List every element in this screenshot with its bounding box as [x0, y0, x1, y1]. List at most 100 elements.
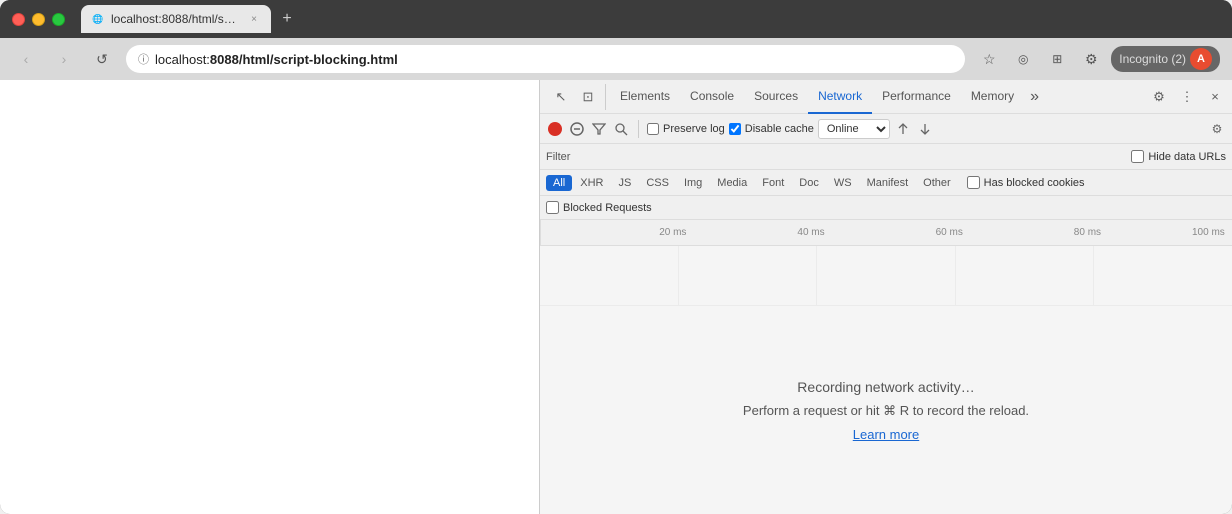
main-content: ↖ ⊡ Elements Console Sources Network — [0, 80, 1232, 514]
filter-tab-manifest[interactable]: Manifest — [860, 175, 916, 191]
incognito-badge[interactable]: Incognito (2) A — [1111, 46, 1220, 72]
devtools-right-icons: ⚙ ⋮ × — [1146, 84, 1228, 110]
devtools-more-button[interactable]: ⋮ — [1174, 84, 1200, 110]
extensions-gear-button[interactable]: ⚙ — [1077, 45, 1105, 73]
has-blocked-cookies-label: Has blocked cookies — [984, 177, 1085, 189]
tab-favicon: 🌐 — [91, 12, 105, 26]
filter-tab-js[interactable]: JS — [611, 175, 638, 191]
filter-label: Filter — [546, 151, 570, 163]
back-icon: ‹ — [24, 51, 29, 67]
close-button[interactable] — [12, 13, 25, 26]
search-icon — [614, 122, 628, 136]
clear-icon — [570, 122, 584, 136]
grid-col-3 — [817, 246, 956, 305]
filter-tab-doc[interactable]: Doc — [792, 175, 826, 191]
hide-data-urls-input[interactable] — [1131, 150, 1144, 163]
filter-tab-all[interactable]: All — [546, 175, 572, 191]
devtools-tab-bar: ↖ ⊡ Elements Console Sources Network — [540, 80, 1232, 114]
blocked-requests-bar: Blocked Requests — [540, 196, 1232, 220]
bookmark-button[interactable]: ☆ — [975, 45, 1003, 73]
filter-tab-ws[interactable]: WS — [827, 175, 859, 191]
back-button[interactable]: ‹ — [12, 45, 40, 73]
preserve-log-label: Preserve log — [663, 123, 725, 135]
tab-title: localhost:8088/html/script-blo — [111, 12, 241, 26]
tab-bar: 🌐 localhost:8088/html/script-blo × + — [81, 5, 1220, 33]
forward-button[interactable]: › — [50, 45, 78, 73]
clear-button[interactable] — [568, 120, 586, 138]
network-status-select[interactable]: Online Offline Slow 3G Fast 3G — [818, 119, 890, 139]
reload-icon: ↺ — [96, 51, 108, 68]
tab-console[interactable]: Console — [680, 80, 744, 114]
tick-80ms: 80 ms — [1074, 227, 1101, 238]
timeline-header: 20 ms 40 ms 60 ms 80 ms 100 ms — [540, 220, 1232, 246]
blocked-requests-label-text: Blocked Requests — [563, 202, 652, 214]
cast-button[interactable]: ◎ — [1009, 45, 1037, 73]
filter-tab-font[interactable]: Font — [755, 175, 791, 191]
toolbar-icons: ☆ ◎ ⊞ ⚙ Incognito (2) A — [975, 45, 1220, 73]
grid-col-2 — [679, 246, 818, 305]
empty-state-title: Recording network activity… — [797, 379, 974, 395]
tab-elements[interactable]: Elements — [610, 80, 680, 114]
grid-col-4 — [956, 246, 1095, 305]
incognito-label: Incognito (2) — [1119, 52, 1186, 66]
extensions-button[interactable]: ⊞ — [1043, 45, 1071, 73]
empty-subtitle-text: Perform a request or hit ⌘ R to record t… — [743, 403, 1029, 418]
tab-memory[interactable]: Memory — [961, 80, 1024, 114]
tab-network[interactable]: Network — [808, 80, 872, 114]
secure-icon: ⓘ — [138, 51, 149, 67]
learn-more-link[interactable]: Learn more — [853, 427, 919, 442]
preserve-log-input[interactable] — [647, 123, 659, 135]
tick-20ms: 20 ms — [659, 227, 686, 238]
device-toolbar-button[interactable]: ⊡ — [575, 84, 601, 110]
browser-window: 🌐 localhost:8088/html/script-blo × + ‹ ›… — [0, 0, 1232, 514]
address-bar: ‹ › ↺ ⓘ localhost:8088/html/script-block… — [0, 38, 1232, 80]
network-settings-button[interactable]: ⚙ — [1208, 120, 1226, 138]
filter-tab-xhr[interactable]: XHR — [573, 175, 610, 191]
upload-button[interactable] — [894, 120, 912, 138]
grid-col-1 — [540, 246, 679, 305]
devtools-panel: ↖ ⊡ Elements Console Sources Network — [539, 80, 1232, 514]
page-content — [0, 80, 539, 514]
hide-data-urls-label: Hide data URLs — [1148, 151, 1226, 163]
blocked-requests-checkbox[interactable]: Blocked Requests — [546, 201, 652, 214]
reload-button[interactable]: ↺ — [88, 45, 116, 73]
tab-sources[interactable]: Sources — [744, 80, 808, 114]
tick-100ms: 100 ms — [1192, 227, 1225, 238]
minimize-button[interactable] — [32, 13, 45, 26]
has-blocked-cookies-input[interactable] — [967, 176, 980, 189]
filter-tab-media[interactable]: Media — [710, 175, 754, 191]
record-button[interactable] — [548, 122, 562, 136]
filter-tab-css[interactable]: CSS — [639, 175, 676, 191]
timeline-grid — [540, 246, 1232, 306]
preserve-log-checkbox[interactable]: Preserve log — [647, 123, 725, 135]
download-button[interactable] — [916, 120, 934, 138]
active-tab[interactable]: 🌐 localhost:8088/html/script-blo × — [81, 5, 271, 33]
tab-close-button[interactable]: × — [247, 12, 261, 26]
new-tab-button[interactable]: + — [273, 5, 301, 33]
filter-button[interactable] — [590, 120, 608, 138]
tab-performance[interactable]: Performance — [872, 80, 961, 114]
filter-tab-img[interactable]: Img — [677, 175, 709, 191]
forward-icon: › — [62, 51, 67, 67]
inspect-element-button[interactable]: ↖ — [548, 84, 574, 110]
has-blocked-cookies-checkbox[interactable]: Has blocked cookies — [967, 176, 1085, 189]
maximize-button[interactable] — [52, 13, 65, 26]
traffic-lights — [12, 13, 65, 26]
disable-cache-input[interactable] — [729, 123, 741, 135]
url-bar[interactable]: ⓘ localhost:8088/html/script-blocking.ht… — [126, 45, 965, 73]
blocked-requests-input[interactable] — [546, 201, 559, 214]
filter-tabs: All XHR JS CSS Img Media Font — [540, 170, 1232, 196]
hide-data-urls-checkbox[interactable]: Hide data URLs — [1131, 150, 1226, 163]
search-button[interactable] — [612, 120, 630, 138]
devtools-close-button[interactable]: × — [1202, 84, 1228, 110]
more-tabs-button[interactable]: » — [1024, 88, 1045, 106]
filter-tab-other[interactable]: Other — [916, 175, 958, 191]
toolbar-separator — [638, 120, 639, 138]
devtools-settings-button[interactable]: ⚙ — [1146, 84, 1172, 110]
network-toolbar: Preserve log Disable cache Online Offlin… — [540, 114, 1232, 144]
timeline-ticks: 20 ms 40 ms 60 ms 80 ms 100 ms — [541, 220, 1232, 245]
disable-cache-checkbox[interactable]: Disable cache — [729, 123, 814, 135]
upload-icon — [897, 122, 909, 136]
download-icon — [919, 122, 931, 136]
network-empty-state: Recording network activity… Perform a re… — [540, 306, 1232, 514]
